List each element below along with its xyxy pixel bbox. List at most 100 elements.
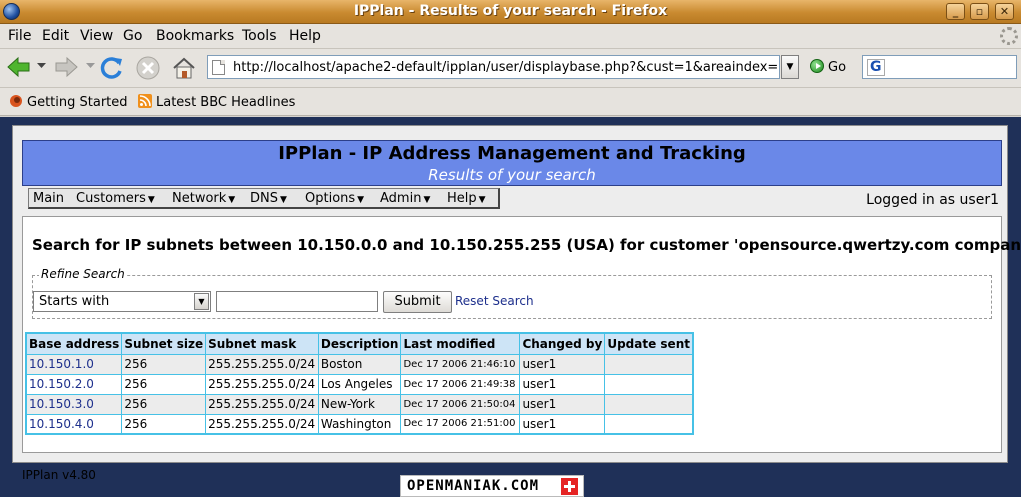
table-row: 10.150.4.0 256 255.255.255.0/24 Washingt… — [25, 413, 694, 435]
last-modified-cell: Dec 17 2006 21:50:04 — [400, 393, 521, 415]
description-cell: Los Angeles — [317, 373, 402, 395]
base-address-link[interactable]: 10.150.3.0 — [25, 393, 123, 415]
logged-in-status: Logged in as user1 — [866, 192, 999, 208]
description-cell: New-York — [317, 393, 402, 415]
menu-bookmarks[interactable]: Bookmarks — [156, 28, 234, 44]
forward-icon[interactable] — [53, 55, 79, 79]
ipplan-page: IPPlan - IP Address Management and Track… — [12, 125, 1021, 482]
app-menu: Main Customers ▼ Network ▼ DNS ▼ Options ▼ A… — [28, 188, 500, 209]
app-menu-admin[interactable]: Admin ▼ — [380, 191, 430, 206]
table-row: 10.150.3.0 256 255.255.255.0/24 New-York… — [25, 393, 694, 415]
chevron-down-icon: ▼ — [228, 195, 236, 205]
app-menu-help[interactable]: Help ▼ — [447, 191, 486, 206]
search-box[interactable]: G — [862, 55, 1017, 79]
go-arrow-icon — [810, 59, 824, 73]
back-icon[interactable] — [6, 55, 32, 79]
chevron-down-icon: ▼ — [478, 195, 486, 205]
chevron-down-icon: ▼ — [357, 195, 365, 205]
changed-by-cell: user1 — [519, 373, 606, 395]
refine-search-legend: Refine Search — [39, 267, 127, 281]
search-text-input[interactable] — [216, 291, 378, 312]
subnet-size-cell: 256 — [121, 373, 207, 395]
column-header-subnet-mask: Subnet mask — [205, 332, 319, 355]
app-menu-label: DNS — [250, 191, 278, 206]
last-modified-cell: Dec 17 2006 21:46:10 — [400, 353, 521, 375]
content-panel: Search for IP subnets between 10.150.0.0… — [22, 216, 1021, 453]
table-header-row: Base address Subnet size Subnet mask Des… — [25, 332, 694, 355]
app-menu-label: Admin — [380, 191, 422, 206]
url-text[interactable]: http://localhost/apache2-default/ipplan/… — [233, 60, 778, 75]
menu-edit[interactable]: Edit — [42, 28, 69, 44]
url-history-dropdown[interactable]: ▼ — [781, 55, 799, 79]
rss-feed-icon — [138, 94, 152, 108]
browser-menubar: File Edit View Go Bookmarks Tools Help — [0, 24, 1021, 49]
minimize-button[interactable]: _ — [946, 3, 965, 20]
page-subtitle: Results of your search — [428, 166, 596, 184]
search-heading: Search for IP subnets between 10.150.0.0… — [32, 236, 1021, 254]
refine-search-fieldset: Refine Search Starts with ▼ Submit Reset… — [32, 267, 992, 319]
throbber-icon — [1000, 27, 1018, 45]
reload-icon[interactable] — [99, 55, 125, 81]
chevron-down-icon: ▼ — [147, 195, 155, 205]
forward-history-dropdown-icon[interactable] — [86, 63, 95, 69]
app-menu-customers[interactable]: Customers ▼ — [76, 191, 155, 206]
app-menu-network[interactable]: Network ▼ — [172, 191, 235, 206]
base-address-link[interactable]: 10.150.4.0 — [25, 413, 123, 435]
app-banner: IPPlan - IP Address Management and Track… — [22, 140, 1002, 186]
navigation-toolbar: http://localhost/apache2-default/ipplan/… — [0, 49, 1021, 88]
swiss-cross-icon — [561, 478, 578, 495]
home-icon[interactable] — [171, 55, 197, 81]
close-button[interactable]: ✕ — [995, 3, 1014, 20]
app-menu-label: Network — [172, 191, 227, 206]
watermark-text: OPENMANIAK.COM — [407, 478, 540, 494]
google-search-engine-icon[interactable]: G — [867, 59, 885, 76]
version-footer: IPPlan v4.80 — [22, 468, 96, 482]
app-menu-dns[interactable]: DNS ▼ — [250, 191, 287, 206]
base-address-link[interactable]: 10.150.2.0 — [25, 373, 123, 395]
chevron-down-icon[interactable]: ▼ — [194, 293, 209, 310]
menu-help[interactable]: Help — [289, 28, 321, 44]
url-bar[interactable]: http://localhost/apache2-default/ipplan/… — [207, 55, 780, 79]
table-row: 10.150.1.0 256 255.255.255.0/24 Boston D… — [25, 353, 694, 375]
app-menu-main[interactable]: Main — [33, 191, 64, 206]
subnet-mask-cell: 255.255.255.0/24 — [205, 413, 319, 435]
update-sent-cell — [604, 373, 694, 395]
match-mode-select[interactable]: Starts with ▼ — [33, 291, 211, 312]
column-header-update-sent: Update sent — [604, 332, 694, 355]
browser-viewport: IPPlan - IP Address Management and Track… — [0, 117, 1021, 497]
back-history-dropdown-icon[interactable] — [37, 63, 46, 69]
chevron-down-icon: ▼ — [423, 195, 431, 205]
base-address-link[interactable]: 10.150.1.0 — [25, 353, 123, 375]
menu-tools[interactable]: Tools — [242, 28, 277, 44]
submit-button[interactable]: Submit — [383, 291, 452, 313]
subnet-mask-cell: 255.255.255.0/24 — [205, 373, 319, 395]
subnet-mask-cell: 255.255.255.0/24 — [205, 393, 319, 415]
subnet-size-cell: 256 — [121, 353, 207, 375]
bookmarks-toolbar: Getting Started Latest BBC Headlines — [0, 88, 1021, 116]
table-row: 10.150.2.0 256 255.255.255.0/24 Los Ange… — [25, 373, 694, 395]
app-menu-label: Customers — [76, 191, 146, 206]
changed-by-cell: user1 — [519, 413, 606, 435]
subnet-size-cell: 256 — [121, 393, 207, 415]
last-modified-cell: Dec 17 2006 21:51:00 — [400, 413, 521, 435]
column-header-base-address: Base address — [25, 332, 123, 355]
column-header-last-modified: Last modified — [400, 332, 521, 355]
description-cell: Boston — [317, 353, 402, 375]
menu-go[interactable]: Go — [123, 28, 142, 44]
column-header-subnet-size: Subnet size — [121, 332, 207, 355]
menu-file[interactable]: File — [8, 28, 31, 44]
maximize-button[interactable]: ▫ — [970, 3, 989, 20]
page-icon — [212, 60, 225, 75]
menu-view[interactable]: View — [80, 28, 113, 44]
app-menu-label: Options — [305, 191, 356, 206]
update-sent-cell — [604, 393, 694, 415]
stop-icon[interactable] — [135, 55, 161, 81]
bookmark-bbc-headlines[interactable]: Latest BBC Headlines — [138, 94, 295, 110]
bookmark-getting-started[interactable]: Getting Started — [9, 94, 128, 110]
go-button[interactable]: Go — [810, 59, 846, 75]
reset-search-link[interactable]: Reset Search — [455, 294, 534, 308]
app-menu-options[interactable]: Options ▼ — [305, 191, 364, 206]
bookmark-label: Latest BBC Headlines — [156, 95, 296, 110]
description-cell: Washington — [317, 413, 402, 435]
window-titlebar: IPPlan - Results of your search - Firefo… — [0, 0, 1021, 24]
